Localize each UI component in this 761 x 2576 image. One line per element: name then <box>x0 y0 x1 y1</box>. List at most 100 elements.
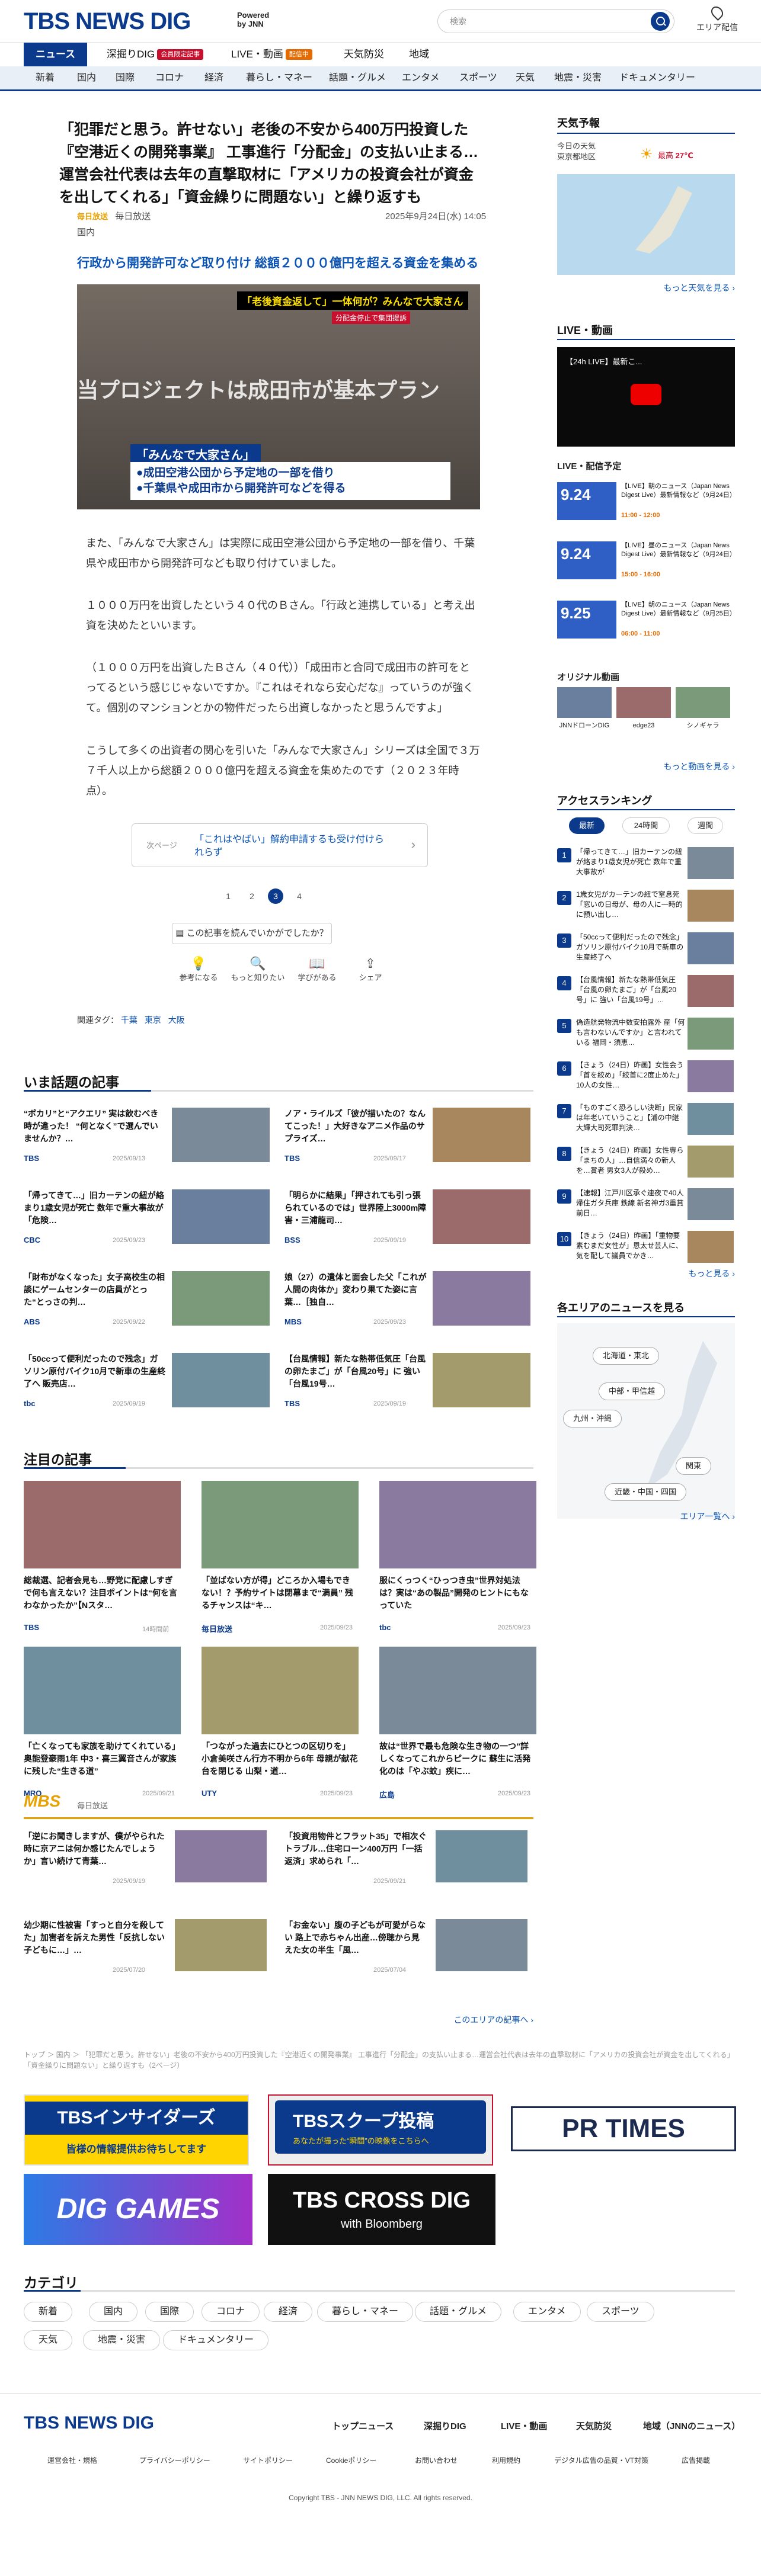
footer-logo[interactable]: TBS NEWS DIG <box>24 2413 154 2433</box>
mbs-more-link[interactable]: このエリアの記事へ › <box>415 2014 533 2026</box>
ranking-item[interactable]: 6 【きょう（24日）昨画】女性会う「首を絞め」「絞首に2度止めた」10人の女性… <box>557 1060 735 1096</box>
tag-link[interactable]: 大阪 <box>168 1015 185 1025</box>
region-kinki[interactable]: 近畿・中国・四国 <box>605 1483 687 1501</box>
live-video-player[interactable]: 【24h LIVE】最新こ... <box>557 347 735 447</box>
trending-card[interactable]: 「明らかに結果」「押されても引っ張られているのでは」世界陸上3000m障害・三浦… <box>284 1189 533 1260</box>
category-pill[interactable]: 暮らし・マネー <box>317 2302 414 2322</box>
nav-documentary[interactable]: ドキュメンタリー <box>619 66 695 89</box>
tab-news[interactable]: ニュース <box>24 43 88 66</box>
footer-nav-link[interactable]: 地域（JNNのニュース） <box>643 2420 740 2432</box>
trending-card[interactable]: “ポカリ”と“アクエリ” 実は飲むべき時が違った！ “何となく”で選んでいません… <box>24 1108 273 1179</box>
original-video[interactable]: JNNドローンDIG <box>557 687 612 752</box>
play-icon[interactable] <box>631 384 661 405</box>
schedule-item[interactable]: 9.25 【LIVE】朝のニュース（Japan News Digest Live）… <box>557 601 736 652</box>
footer-link[interactable]: 運営会社・規格 <box>47 2455 97 2465</box>
nav-disaster[interactable]: 地震・災害 <box>554 66 602 89</box>
footer-link[interactable]: サイトポリシー <box>243 2455 293 2465</box>
share-button[interactable]: ⇪ シェア <box>347 956 394 983</box>
category-pill[interactable]: 国際 <box>145 2302 194 2322</box>
ranking-item[interactable]: 10 【きょう（24日）昨画】「重物要素むまだ女性が」恩太せ芸人に、気を配して議員… <box>557 1231 735 1266</box>
nav-weather[interactable]: 天気 <box>516 66 535 89</box>
nav-international[interactable]: 国際 <box>116 66 135 89</box>
reaction-more[interactable]: 🔍 もっと知りたい <box>228 956 287 983</box>
tab-live[interactable]: LIVE・動画 配信中 <box>219 43 324 66</box>
prtimes-banner[interactable]: PR TIMES <box>511 2106 736 2151</box>
ranking-item[interactable]: 3 「50ccって便利だったので残念」ガソリン原付バイク10月で新車の生産終了へ <box>557 932 735 968</box>
featured-card[interactable]: 「つながった過去にひとつの区切りを」小倉美咲さん行方不明から6年 母親が献花台を… <box>202 1647 359 1801</box>
page-1[interactable]: 1 <box>220 888 236 904</box>
category-pill[interactable]: 経済 <box>264 2302 313 2322</box>
category-pill[interactable]: 国内 <box>89 2302 138 2322</box>
original-video[interactable]: edge23 <box>616 687 671 752</box>
trending-card[interactable]: 「帰ってきて…」旧カーテンの紐が絡まり1歳女児が死亡 数年で重大事故が「危険… C… <box>24 1189 273 1260</box>
ranking-item[interactable]: 7 「ものすごく恐ろしい決断」民家は年老いていうこと」【浦の中継大輝大司死罪判決… <box>557 1103 735 1138</box>
nav-sports[interactable]: スポーツ <box>459 66 497 89</box>
category-pill[interactable]: エンタメ <box>513 2302 581 2322</box>
category-pill[interactable]: コロナ <box>202 2302 260 2322</box>
weather-map[interactable] <box>557 174 735 275</box>
footer-link[interactable]: お問い合わせ <box>415 2455 458 2465</box>
ranking-tab-latest[interactable]: 最新 <box>569 817 605 834</box>
category-pill[interactable]: 地震・災害 <box>83 2330 161 2350</box>
footer-nav-link[interactable]: トップニュース <box>332 2420 394 2432</box>
live-more[interactable]: もっと動画を見る › <box>557 761 735 772</box>
ranking-tab-weekly[interactable]: 週間 <box>688 817 723 834</box>
ranking-more[interactable]: もっと見る › <box>557 1268 735 1279</box>
nav-topics[interactable]: 話題・グルメ <box>329 66 386 89</box>
footer-link[interactable]: 広告掲載 <box>682 2455 710 2465</box>
breadcrumb[interactable]: トップ ＞ 国内 ＞ 「犯罪だと思う。許せない」老後の不安から400万円投資した… <box>24 2049 735 2071</box>
mbs-card[interactable]: 「お金ない」腹の子どもが可愛がらない 路上で赤ちゃん出産…傍聴から見えた女の半生… <box>284 1919 533 1990</box>
search-input[interactable]: 検索 <box>437 9 674 33</box>
footer-link[interactable]: プライバシーポリシー <box>139 2455 210 2465</box>
area-button[interactable]: エリア配信 <box>693 4 741 33</box>
ranking-item[interactable]: 9 【速報】江戸川区承ぐ連夜で40人帰住ガタ兵庫 鉄線 新名神ガ3重賞前日… <box>557 1188 735 1224</box>
next-page-link[interactable]: 次ページ 「これはやばい」解約申請するも受け付けられらず › <box>132 823 428 867</box>
reaction-helpful[interactable]: 💡 参考になる <box>172 956 225 983</box>
tab-deep-dig[interactable]: 深掘りDIG 会員限定記事 <box>95 43 215 66</box>
category-pill[interactable]: 話題・グルメ <box>415 2302 502 2322</box>
trending-card[interactable]: ノア・ライルズ「彼が描いたの？なんてこった！」大好きなアニメ作品のサプライズ… T… <box>284 1108 533 1179</box>
trending-card[interactable]: 「50ccって便利だったので残念」ガソリン原付バイク10月で新車の生産終了へ 販… <box>24 1353 273 1424</box>
region-hokkaido-tohoku[interactable]: 北海道・東北 <box>593 1347 660 1365</box>
diggames-banner[interactable]: DIG GAMES <box>24 2174 252 2245</box>
trending-card[interactable]: 【台風情報】新たな熱帯低気圧「台風の卵たまご」が「台風20号」に 強い「台風19… <box>284 1353 533 1424</box>
ranking-item[interactable]: 8 【きょう（24日）昨画】女性専ら「まちの人」…自信満々の新人を…賞者 男女3人… <box>557 1146 735 1181</box>
mbs-card[interactable]: 「逆にお聞きしますが、僕がやられた時に京アニは何か感じたんでしょうか」言い続けて… <box>24 1830 273 1901</box>
footer-nav-link[interactable]: 天気防災 <box>576 2420 612 2432</box>
mbs-card[interactable]: 幼少期に性被害「すっと自分を殺してた」加害者を訴えた男性「反抗しない子どもに…」… <box>24 1919 273 1990</box>
reaction-learn[interactable]: 📖 学びがある <box>290 956 344 983</box>
nav-corona[interactable]: コロナ <box>155 66 184 89</box>
featured-card[interactable]: 総裁選、記者会見も…野党に配慮しすぎで何も言えない？注目ポイントは“何を言わなか… <box>24 1481 181 1635</box>
footer-nav-link[interactable]: 深掘りDIG <box>424 2420 466 2432</box>
category-pill[interactable]: スポーツ <box>587 2302 654 2322</box>
schedule-item[interactable]: 9.24 【LIVE】昼のニュース（Japan News Digest Live）… <box>557 541 736 592</box>
search-icon[interactable] <box>651 12 670 31</box>
tab-weather[interactable]: 天気防災 <box>332 43 396 66</box>
schedule-item[interactable]: 9.24 【LIVE】朝のニュース（Japan News Digest Live）… <box>557 482 736 533</box>
featured-card[interactable]: 「並ばない方が得」どころか入場もできない！？予約サイトは閉幕まで“満員” 残るチ… <box>202 1481 359 1635</box>
category-pill[interactable]: 新着 <box>24 2302 73 2322</box>
footer-link[interactable]: Cookieポリシー <box>326 2455 376 2465</box>
crossdig-banner[interactable]: TBS CROSS DIG with Bloomberg <box>268 2174 495 2245</box>
page-4[interactable]: 4 <box>292 888 307 904</box>
ranking-item[interactable]: 2 1歳女児がカーテンの紐で窒息死「窓いの日母が、母の人に一時的に預い出し… <box>557 890 735 925</box>
nav-life[interactable]: 暮らし・マネー <box>246 66 312 89</box>
nav-entame[interactable]: エンタメ <box>402 66 440 89</box>
ranking-item[interactable]: 4 【台風情報】新たな熱帯低気圧「台風の卵たまご」が「台風20号」に 強い「台風1… <box>557 975 735 1010</box>
trending-card[interactable]: 「財布がなくなった」女子高校生の相談にゲームセンターの店員がとった“とっさの判…… <box>24 1271 273 1342</box>
area-more[interactable]: エリア一覧へ › <box>557 1510 735 1522</box>
page-2[interactable]: 2 <box>244 888 260 904</box>
tab-region[interactable]: 地域 <box>397 43 441 66</box>
scoop-banner[interactable]: TBSスクープ投稿 あなたが撮った“瞬間”の映像をこちらへ <box>268 2094 493 2166</box>
featured-card[interactable]: 「亡くなっても家族を助けてくれている」奥能登豪雨1年 中3・喜三翼音さんが家族に… <box>24 1647 181 1801</box>
nav-domestic[interactable]: 国内 <box>77 66 96 89</box>
nav-economy[interactable]: 経済 <box>204 66 223 89</box>
region-kanto[interactable]: 関東 <box>676 1457 712 1475</box>
mbs-card[interactable]: 「投資用物件とフラット35」で相次ぐトラブル…住宅ローン400万円「一括返済」求… <box>284 1830 533 1901</box>
insider-banner[interactable]: TBSインサイダーズ 皆様の情報提供お待ちしてます <box>24 2094 249 2166</box>
site-logo[interactable]: TBS NEWS DIG <box>24 8 191 35</box>
region-kyushu[interactable]: 九州・沖縄 <box>563 1410 622 1427</box>
page-3-current[interactable]: 3 <box>268 888 283 904</box>
footer-link[interactable]: 利用規約 <box>492 2455 520 2465</box>
footer-link[interactable]: デジタル広告の品質・VT対策 <box>554 2455 648 2465</box>
